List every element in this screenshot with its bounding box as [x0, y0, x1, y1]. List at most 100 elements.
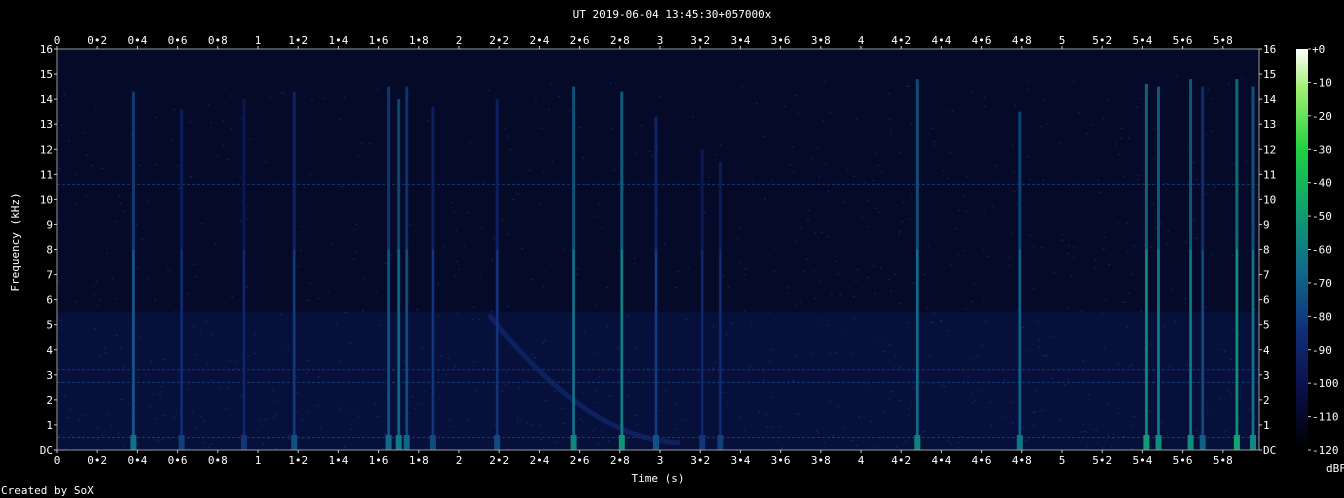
noise-speck [611, 128, 614, 130]
noise-speck [201, 223, 204, 225]
noise-speck [595, 304, 598, 306]
noise-speck [646, 367, 649, 369]
noise-speck [844, 427, 847, 429]
noise-speck [987, 255, 990, 257]
noise-speck [1058, 142, 1061, 144]
noise-speck [409, 224, 412, 226]
streak-core [496, 249, 499, 443]
noise-speck [930, 322, 933, 324]
noise-speck [1165, 189, 1168, 191]
noise-speck [317, 375, 320, 377]
noise-speck [455, 230, 458, 232]
noise-speck [300, 226, 303, 228]
noise-speck [1238, 335, 1241, 337]
streak-core [1189, 249, 1192, 443]
noise-speck [606, 326, 609, 328]
noise-speck [579, 418, 582, 420]
noise-speck [272, 390, 275, 391]
noise-speck [582, 421, 585, 423]
noise-speck [839, 294, 842, 296]
noise-speck [888, 93, 890, 95]
noise-speck [1037, 338, 1040, 340]
streak-core [1018, 249, 1021, 443]
noise-speck [972, 283, 975, 285]
noise-speck [1149, 343, 1152, 345]
noise-speck [980, 389, 983, 391]
noise-speck [721, 392, 724, 393]
noise-speck [763, 136, 766, 138]
noise-speck [553, 391, 556, 392]
noise-speck [861, 216, 863, 218]
noise-speck [203, 442, 206, 444]
y-tick-label-left: 4 [46, 344, 53, 357]
noise-speck [1107, 403, 1110, 405]
streak-base [1233, 435, 1240, 450]
noise-speck [897, 233, 900, 235]
noise-speck [300, 249, 303, 251]
noise-speck [609, 82, 612, 84]
x-tick-label-bottom: 1•4 [328, 454, 348, 467]
noise-speck [1166, 243, 1169, 245]
noise-speck [173, 417, 175, 418]
x-tick-label-top: 3•6 [771, 34, 791, 47]
x-tick-label-bottom: 4•4 [931, 454, 951, 467]
noise-speck [96, 427, 99, 429]
noise-speck [164, 415, 167, 417]
streak-base [494, 435, 501, 450]
y-tick-label-right: 3 [1263, 369, 1270, 382]
noise-speck [303, 187, 306, 189]
noise-speck [662, 308, 665, 310]
noise-speck [108, 413, 111, 415]
noise-speck [305, 412, 308, 414]
y-tick-label-left: 10 [40, 193, 53, 206]
noise-speck [257, 419, 260, 420]
noise-speck [817, 433, 820, 434]
noise-speck [1049, 335, 1052, 337]
noise-speck [81, 415, 84, 417]
noise-speck [765, 413, 767, 415]
x-tick-label-top: 1•8 [409, 34, 429, 47]
y-tick-label-right: 2 [1263, 394, 1270, 407]
noise-speck [722, 275, 725, 277]
colorbar-tick-label: +0 [1312, 43, 1325, 56]
y-tick-label-right: 1 [1263, 419, 1270, 432]
noise-speck [1097, 179, 1100, 181]
noise-speck [1195, 430, 1198, 432]
noise-speck [311, 99, 313, 101]
noise-speck [153, 439, 156, 441]
noise-speck [447, 357, 450, 359]
noise-speck [240, 395, 243, 397]
noise-speck [475, 390, 478, 392]
noise-speck [1012, 422, 1014, 424]
noise-speck [1154, 227, 1157, 229]
noise-speck [99, 356, 102, 358]
noise-speck [617, 347, 620, 349]
noise-speck [940, 321, 943, 323]
noise-speck [512, 199, 515, 201]
noise-speck [57, 281, 60, 283]
x-tick-label-top: 0•6 [168, 34, 188, 47]
noise-speck [989, 401, 992, 403]
y-tick-label-left: 5 [46, 319, 53, 332]
y-tick-label-left: 13 [40, 118, 53, 131]
noise-speck [933, 141, 936, 143]
noise-speck [1137, 175, 1140, 177]
colorbar-tick-label: -10 [1312, 76, 1332, 89]
x-tick-label-top: 3•8 [811, 34, 831, 47]
x-tick-label-top: 2•8 [610, 34, 630, 47]
noise-speck [478, 319, 481, 321]
noise-speck [663, 242, 666, 244]
noise-speck [1100, 313, 1103, 315]
noise-speck [353, 229, 356, 231]
noise-speck [640, 125, 643, 127]
noise-speck [331, 243, 334, 244]
noise-speck [524, 380, 527, 382]
noise-speck [65, 416, 68, 418]
noise-speck [823, 441, 826, 443]
noise-speck [554, 441, 556, 443]
noise-speck [1077, 112, 1080, 114]
noise-speck [177, 187, 180, 189]
y-axis-label: Frequency (kHz) [9, 192, 22, 292]
streak-core [1201, 249, 1204, 443]
x-tick-label-bottom: 4•8 [1012, 454, 1032, 467]
